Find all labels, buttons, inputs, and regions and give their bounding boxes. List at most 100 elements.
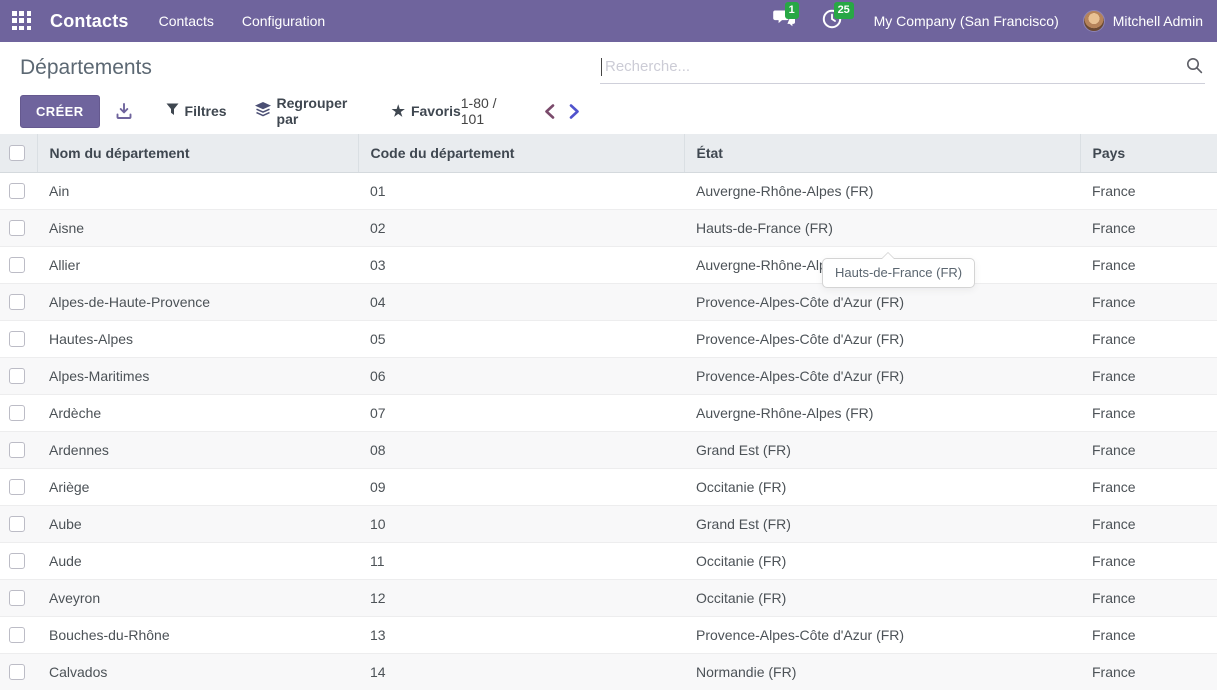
cell-state[interactable]: Grand Est (FR) (684, 431, 1080, 468)
messages-button[interactable]: 1 (773, 9, 796, 33)
export-download-icon[interactable] (116, 103, 132, 119)
cell-country[interactable]: France (1080, 394, 1217, 431)
cell-country[interactable]: France (1080, 431, 1217, 468)
row-checkbox[interactable] (9, 294, 25, 310)
cell-country[interactable]: France (1080, 579, 1217, 616)
row-checkbox[interactable] (9, 257, 25, 273)
group-by-button[interactable]: Regrouper par (255, 95, 364, 127)
row-checkbox[interactable] (9, 479, 25, 495)
row-checkbox[interactable] (9, 183, 25, 199)
row-checkbox[interactable] (9, 516, 25, 532)
cell-name[interactable]: Allier (37, 246, 358, 283)
search-icon[interactable] (1186, 57, 1203, 79)
table-row[interactable]: Ain01Auvergne-Rhône-Alpes (FR)France (0, 172, 1217, 209)
table-row[interactable]: Hautes-Alpes05Provence-Alpes-Côte d'Azur… (0, 320, 1217, 357)
cell-state[interactable]: Hauts-de-France (FR) (684, 209, 1080, 246)
row-checkbox[interactable] (9, 627, 25, 643)
cell-name[interactable]: Aube (37, 505, 358, 542)
cell-country[interactable]: France (1080, 246, 1217, 283)
row-checkbox[interactable] (9, 590, 25, 606)
cell-name[interactable]: Calvados (37, 653, 358, 690)
cell-name[interactable]: Hautes-Alpes (37, 320, 358, 357)
cell-code[interactable]: 09 (358, 468, 684, 505)
table-row[interactable]: Aveyron12Occitanie (FR)France (0, 579, 1217, 616)
cell-code[interactable]: 03 (358, 246, 684, 283)
row-checkbox[interactable] (9, 368, 25, 384)
row-checkbox[interactable] (9, 405, 25, 421)
favorites-button[interactable]: ★ Favoris (392, 103, 461, 119)
cell-name[interactable]: Bouches-du-Rhône (37, 616, 358, 653)
cell-country[interactable]: France (1080, 172, 1217, 209)
cell-name[interactable]: Ariège (37, 468, 358, 505)
pager-next-button[interactable] (569, 104, 580, 119)
company-switcher[interactable]: My Company (San Francisco) (874, 13, 1059, 29)
search-input[interactable] (602, 58, 1205, 75)
cell-state[interactable]: Occitanie (FR) (684, 579, 1080, 616)
cell-country[interactable]: France (1080, 283, 1217, 320)
column-header-code[interactable]: Code du département (358, 134, 684, 172)
table-row[interactable]: Alpes-de-Haute-Provence04Provence-Alpes-… (0, 283, 1217, 320)
cell-name[interactable]: Ardennes (37, 431, 358, 468)
cell-state[interactable]: Normandie (FR) (684, 653, 1080, 690)
table-row[interactable]: Ardennes08Grand Est (FR)France (0, 431, 1217, 468)
cell-code[interactable]: 08 (358, 431, 684, 468)
cell-country[interactable]: France (1080, 505, 1217, 542)
cell-country[interactable]: France (1080, 357, 1217, 394)
cell-code[interactable]: 07 (358, 394, 684, 431)
cell-state[interactable]: Auvergne-Rhône-Alpes (FR) (684, 172, 1080, 209)
pager-previous-button[interactable] (544, 104, 555, 119)
cell-code[interactable]: 12 (358, 579, 684, 616)
cell-code[interactable]: 13 (358, 616, 684, 653)
menu-configuration[interactable]: Configuration (242, 13, 325, 29)
table-row[interactable]: Allier03Auvergne-Rhône-Alpes (FR)France (0, 246, 1217, 283)
table-row[interactable]: Bouches-du-Rhône13Provence-Alpes-Côte d'… (0, 616, 1217, 653)
search-bar[interactable] (600, 50, 1205, 84)
cell-code[interactable]: 04 (358, 283, 684, 320)
cell-country[interactable]: France (1080, 320, 1217, 357)
cell-name[interactable]: Aisne (37, 209, 358, 246)
row-checkbox[interactable] (9, 220, 25, 236)
cell-country[interactable]: France (1080, 616, 1217, 653)
apps-menu-icon[interactable] (12, 11, 32, 31)
column-header-state[interactable]: État (684, 134, 1080, 172)
cell-code[interactable]: 14 (358, 653, 684, 690)
filters-button[interactable]: Filtres (166, 103, 227, 119)
cell-code[interactable]: 10 (358, 505, 684, 542)
cell-state[interactable]: Provence-Alpes-Côte d'Azur (FR) (684, 320, 1080, 357)
row-checkbox[interactable] (9, 442, 25, 458)
user-menu[interactable]: Mitchell Admin (1083, 10, 1203, 32)
table-row[interactable]: Aube10Grand Est (FR)France (0, 505, 1217, 542)
table-row[interactable]: Alpes-Maritimes06Provence-Alpes-Côte d'A… (0, 357, 1217, 394)
table-row[interactable]: Ardèche07Auvergne-Rhône-Alpes (FR)France (0, 394, 1217, 431)
create-button[interactable]: CRÉER (20, 95, 100, 128)
cell-name[interactable]: Aude (37, 542, 358, 579)
cell-code[interactable]: 06 (358, 357, 684, 394)
cell-state[interactable]: Grand Est (FR) (684, 505, 1080, 542)
cell-country[interactable]: France (1080, 542, 1217, 579)
menu-contacts[interactable]: Contacts (159, 13, 214, 29)
column-header-country[interactable]: Pays (1080, 134, 1217, 172)
row-checkbox[interactable] (9, 664, 25, 680)
cell-code[interactable]: 11 (358, 542, 684, 579)
cell-country[interactable]: France (1080, 653, 1217, 690)
row-checkbox[interactable] (9, 553, 25, 569)
select-all-checkbox[interactable] (9, 145, 25, 161)
table-row[interactable]: Aisne02Hauts-de-France (FR)France (0, 209, 1217, 246)
cell-state[interactable]: Provence-Alpes-Côte d'Azur (FR) (684, 357, 1080, 394)
cell-code[interactable]: 01 (358, 172, 684, 209)
cell-state[interactable]: Provence-Alpes-Côte d'Azur (FR) (684, 283, 1080, 320)
cell-state[interactable]: Occitanie (FR) (684, 468, 1080, 505)
row-checkbox[interactable] (9, 331, 25, 347)
cell-name[interactable]: Ain (37, 172, 358, 209)
cell-country[interactable]: France (1080, 209, 1217, 246)
cell-state[interactable]: Occitanie (FR) (684, 542, 1080, 579)
cell-name[interactable]: Aveyron (37, 579, 358, 616)
cell-name[interactable]: Alpes-de-Haute-Provence (37, 283, 358, 320)
cell-code[interactable]: 05 (358, 320, 684, 357)
table-row[interactable]: Ariège09Occitanie (FR)France (0, 468, 1217, 505)
table-row[interactable]: Aude11Occitanie (FR)France (0, 542, 1217, 579)
cell-name[interactable]: Alpes-Maritimes (37, 357, 358, 394)
cell-code[interactable]: 02 (358, 209, 684, 246)
column-header-name[interactable]: Nom du département (37, 134, 358, 172)
table-row[interactable]: Calvados14Normandie (FR)France (0, 653, 1217, 690)
